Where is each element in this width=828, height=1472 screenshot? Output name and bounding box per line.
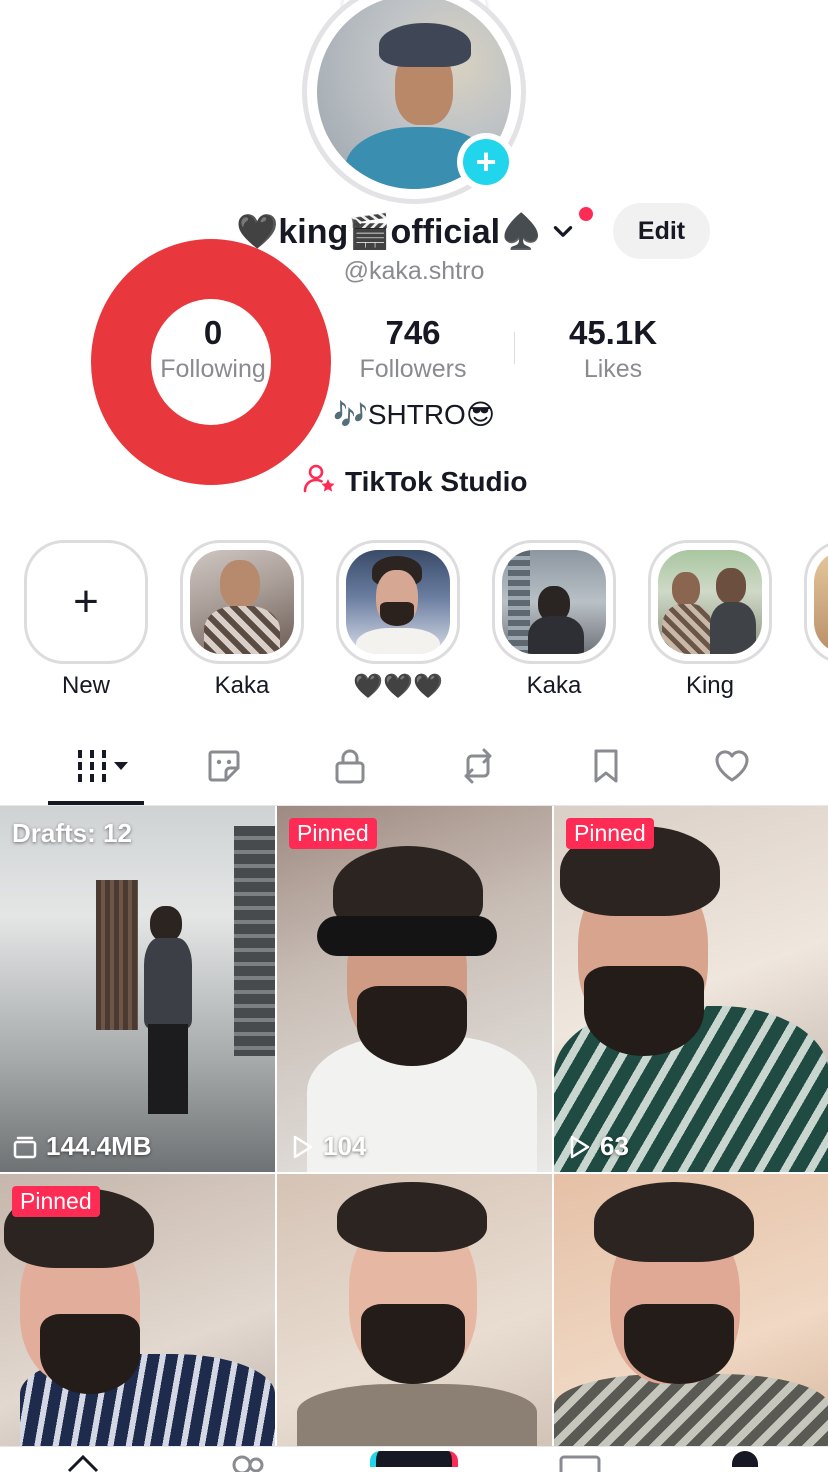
profile-name-row[interactable]: 🖤king🎬official♠️ (236, 206, 576, 258)
add-story-button[interactable]: + (457, 133, 515, 191)
notification-dot (579, 207, 593, 221)
nav-create[interactable] (370, 1451, 458, 1467)
video-tile[interactable]: Pinned (0, 1174, 275, 1472)
tab-favorites[interactable] (570, 742, 642, 790)
drafts-tile[interactable]: Drafts: 12 144.4MB (0, 806, 275, 1172)
profile-bio: 🎶SHTRO😎 (332, 399, 496, 430)
active-tab-indicator (48, 801, 144, 805)
grid-icon (78, 750, 128, 782)
stat-followers[interactable]: 746 Followers (323, 314, 503, 386)
highlight-label: Kaka (526, 672, 582, 699)
pinned-badge: Pinned (289, 818, 377, 849)
highlight-item[interactable]: Kaka (180, 540, 304, 700)
heart-icon (715, 750, 749, 782)
bottom-navigation (0, 1446, 828, 1472)
stats-divider (514, 332, 515, 364)
annotation-circle (91, 239, 331, 485)
highlight-item[interactable]: King (648, 540, 772, 700)
view-count: 104 (289, 1131, 366, 1162)
followers-label: Followers (359, 355, 467, 383)
edit-profile-button[interactable]: Edit (613, 203, 710, 259)
bookmark-icon (594, 749, 618, 783)
inbox-icon (559, 1455, 601, 1472)
edit-label: Edit (637, 216, 686, 245)
highlight-thumbnail (502, 550, 606, 654)
highlight-thumbnail (814, 550, 828, 654)
highlight-new[interactable]: + New (24, 540, 148, 700)
highlight-label: King (685, 672, 735, 699)
drafts-size-label: 144.4MB (46, 1131, 152, 1161)
nav-home[interactable] (66, 1453, 100, 1472)
highlight-thumbnail (658, 550, 762, 654)
highlight-item[interactable] (804, 540, 828, 664)
tab-private[interactable] (314, 742, 386, 790)
highlight-label: New (61, 672, 110, 699)
home-icon (67, 1454, 99, 1472)
video-tile[interactable]: Pinned 63 (554, 806, 828, 1172)
pinned-badge: Pinned (566, 818, 654, 849)
tab-liked[interactable] (696, 742, 768, 790)
highlight-item[interactable]: 🖤🖤🖤 (336, 540, 460, 701)
profile-tabs (0, 730, 828, 806)
tiktok-studio-link[interactable]: TikTok Studio (303, 462, 528, 502)
view-count: 63 (566, 1131, 629, 1162)
tab-videos[interactable] (62, 742, 142, 790)
view-count-label: 63 (600, 1131, 629, 1161)
tab-stickers[interactable] (188, 742, 260, 790)
drafts-count: Drafts: 12 (12, 818, 132, 848)
play-icon (570, 1135, 590, 1158)
plus-icon: + (463, 139, 509, 185)
sticker-icon (208, 750, 240, 782)
studio-label: TikTok Studio (345, 466, 528, 497)
play-icon (293, 1135, 313, 1158)
likes-count: 45.1K (568, 314, 658, 351)
video-tile[interactable]: Pinned 104 (277, 806, 552, 1172)
view-count-label: 104 (323, 1131, 367, 1161)
nav-friends[interactable] (228, 1453, 268, 1472)
nav-profile[interactable] (732, 1451, 758, 1467)
story-highlights: + New Kaka 🖤🖤🖤 Kaka King (0, 540, 828, 710)
highlight-label: 🖤🖤🖤 (353, 673, 443, 700)
stack-icon (13, 1136, 37, 1158)
highlight-thumbnail (346, 550, 450, 654)
profile-icon (732, 1451, 758, 1467)
stat-likes[interactable]: 45.1K Likes (523, 314, 703, 386)
repost-icon (464, 748, 492, 784)
create-icon (370, 1451, 458, 1467)
drafts-size: 144.4MB (12, 1131, 152, 1162)
followers-count: 746 (385, 314, 441, 351)
friends-icon (232, 1455, 264, 1472)
display-name: 🖤king🎬official♠️ (236, 213, 543, 251)
video-tile[interactable] (277, 1174, 552, 1472)
profile-avatar[interactable]: + (302, 0, 526, 204)
highlight-thumbnail (190, 550, 294, 654)
video-tile[interactable] (554, 1174, 828, 1472)
highlight-label: Kaka (214, 672, 270, 699)
likes-label: Likes (583, 355, 643, 383)
chevron-down-icon[interactable] (550, 219, 576, 245)
tab-reposts[interactable] (442, 742, 514, 790)
highlight-item[interactable]: Kaka (492, 540, 616, 700)
nav-inbox[interactable] (558, 1453, 602, 1472)
plus-icon: + (24, 540, 148, 664)
pinned-badge: Pinned (12, 1186, 100, 1217)
studio-icon (303, 462, 345, 503)
lock-icon (335, 749, 365, 784)
